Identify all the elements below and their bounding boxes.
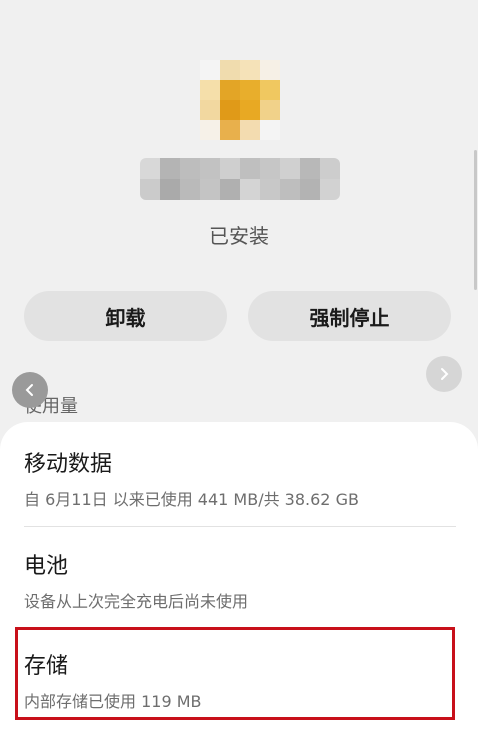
mobile-data-title: 移动数据 [24, 452, 113, 477]
battery-title: 电池 [24, 554, 69, 579]
divider [24, 526, 456, 527]
storage-highlight-box [15, 627, 455, 720]
mobile-data-summary: 自 6月11日 以来已使用 441 MB/共 38.62 GB [24, 490, 359, 509]
app-icon [200, 60, 280, 140]
app-info-screen: 已安装 卸载 强制停止 使用量 移动数据 自 6月11日 以来已使用 441 M… [0, 0, 478, 744]
battery-summary: 设备从上次完全充电后尚未使用 [24, 592, 249, 611]
chevron-left-icon[interactable] [12, 372, 48, 408]
uninstall-button[interactable]: 卸载 [24, 291, 227, 341]
scrollbar[interactable] [474, 150, 477, 290]
app-name-redacted [140, 158, 340, 200]
mobile-data-item[interactable]: 移动数据 自 6月11日 以来已使用 441 MB/共 38.62 GB [24, 446, 454, 510]
chevron-right-icon[interactable] [426, 356, 462, 392]
install-status: 已安装 [209, 224, 269, 248]
force-stop-button[interactable]: 强制停止 [248, 291, 451, 341]
battery-item[interactable]: 电池 设备从上次完全充电后尚未使用 [24, 548, 454, 612]
